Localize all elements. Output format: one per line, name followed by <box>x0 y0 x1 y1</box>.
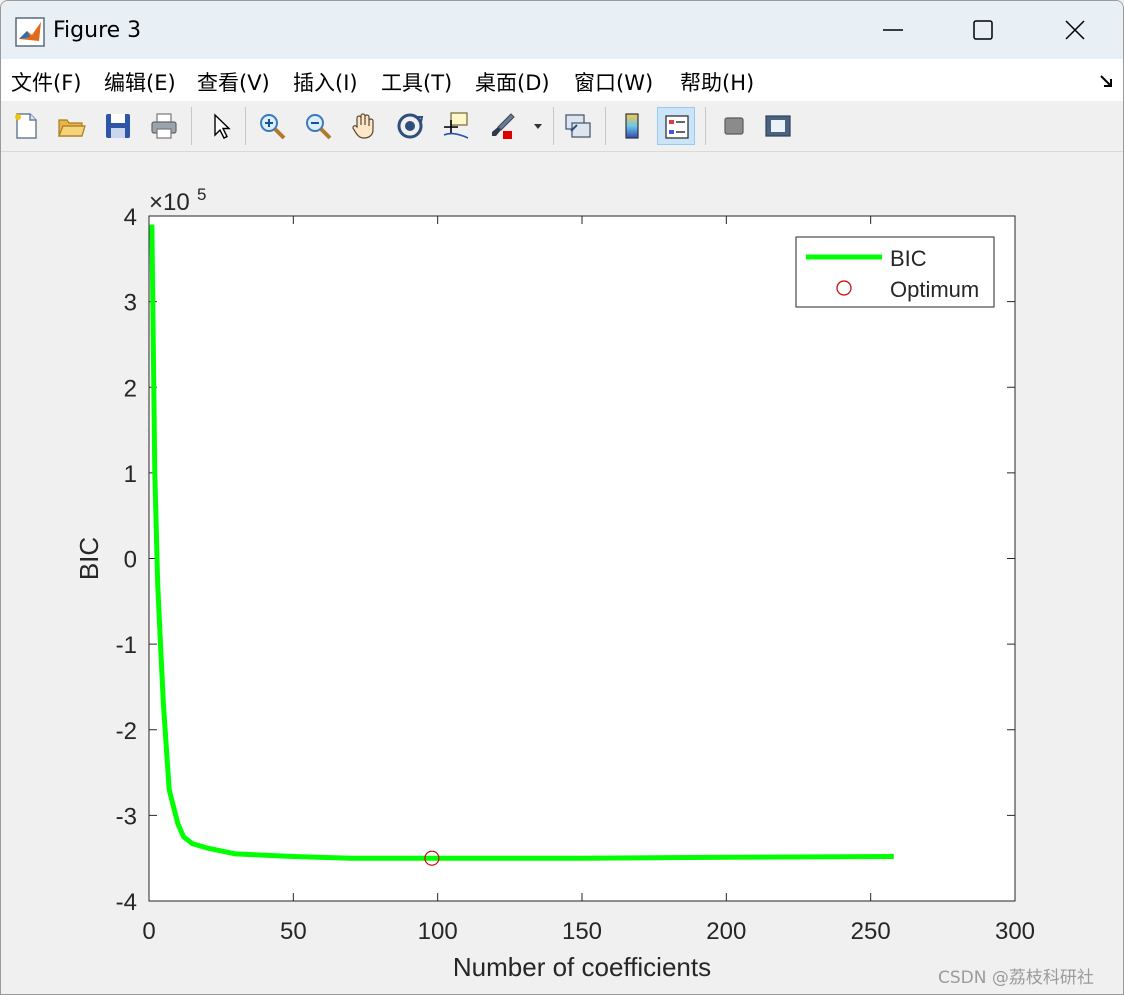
x-tick-label: 300 <box>995 918 1035 945</box>
colorbar-button[interactable] <box>613 107 651 145</box>
rotate-3d-button[interactable] <box>391 107 429 145</box>
link-plot-icon <box>565 114 591 138</box>
menu-help[interactable]: 帮助(H) <box>680 67 754 97</box>
x-tick-label: 0 <box>142 918 155 945</box>
print-icon <box>151 113 177 139</box>
show-plot-tools-icon <box>765 115 791 137</box>
open-file-icon <box>58 119 86 137</box>
zoom-in-button[interactable] <box>253 107 291 145</box>
y-tick-label: 3 <box>124 290 137 317</box>
y-tick-label: 0 <box>124 547 137 574</box>
title-bar[interactable]: Figure 3 <box>1 1 1123 59</box>
y-tick-label: -3 <box>116 803 137 830</box>
menu-insert[interactable]: 插入(I) <box>293 67 358 97</box>
new-figure-icon <box>15 113 37 139</box>
menu-desktop[interactable]: 桌面(D) <box>475 67 550 97</box>
x-axis-label: Number of coefficients <box>453 952 711 982</box>
toolbar-separator <box>705 107 706 145</box>
menu-edit[interactable]: 编辑(E) <box>104 67 176 97</box>
menu-view[interactable]: 查看(V) <box>197 67 270 97</box>
maximize-button[interactable] <box>939 5 1029 55</box>
figure-toolbar <box>1 101 1123 152</box>
toolbar-separator <box>605 107 606 145</box>
y-tick-label: 4 <box>124 204 137 231</box>
legend-button[interactable] <box>657 107 695 145</box>
y-tick-label: -2 <box>116 718 137 745</box>
rotate-3d-icon <box>397 113 424 139</box>
edit-plot-arrow-icon <box>214 113 231 139</box>
minimize-icon <box>883 29 903 31</box>
x-tick-label: 150 <box>562 918 602 945</box>
maximize-icon <box>973 20 993 40</box>
menu-window[interactable]: 窗口(W) <box>574 67 653 97</box>
y-tick-label: -1 <box>116 632 137 659</box>
bic-chart[interactable]: 0 50 100 150 200 250 300 -4 -3 -2 -1 0 1 2 3 4 ×10 5 Numbe… <box>0 151 1124 995</box>
watermark: CSDN @荔枝科研社 <box>938 968 1094 988</box>
toolbar-separator <box>191 107 192 145</box>
x-tick-label: 250 <box>851 918 891 945</box>
hide-plot-tools-icon <box>724 117 744 135</box>
x-tick-label: 100 <box>418 918 458 945</box>
open-file-button[interactable] <box>52 107 90 145</box>
save-button[interactable] <box>99 107 137 145</box>
minimize-button[interactable] <box>849 5 939 55</box>
y-tick-label: 1 <box>124 461 137 488</box>
brush-icon <box>492 113 515 139</box>
pan-button[interactable] <box>345 107 383 145</box>
zoom-out-button[interactable] <box>299 107 337 145</box>
edit-plot-button[interactable] <box>201 107 239 145</box>
colorbar-icon <box>625 113 639 139</box>
zoom-in-icon <box>260 114 286 140</box>
hide-plot-tools-button[interactable] <box>715 107 753 145</box>
y-axis-label: BIC <box>74 537 104 580</box>
zoom-out-icon <box>306 114 332 140</box>
legend-icon <box>665 115 689 139</box>
matlab-logo-icon <box>15 17 45 47</box>
y-exponent-power: 5 <box>197 185 206 204</box>
legend-optimum-label: Optimum <box>890 277 979 302</box>
show-plot-tools-button[interactable] <box>759 107 797 145</box>
toolbar-separator <box>553 107 554 145</box>
brush-dropdown-icon <box>534 124 542 129</box>
brush-dropdown-button[interactable] <box>527 107 549 145</box>
y-tick-label: -4 <box>116 889 137 916</box>
data-cursor-button[interactable] <box>437 107 475 145</box>
brush-button[interactable] <box>483 107 521 145</box>
axes-box[interactable] <box>148 215 1016 902</box>
menu-tools[interactable]: 工具(T) <box>381 67 452 97</box>
x-tick-label: 200 <box>706 918 746 945</box>
data-cursor-icon <box>443 112 469 139</box>
x-tick-label: 50 <box>280 918 307 945</box>
dock-arrow-icon[interactable] <box>1099 73 1115 89</box>
save-icon <box>106 114 130 138</box>
menu-bar: 文件(F) 编辑(E) 查看(V) 插入(I) 工具(T) 桌面(D) 窗口(W… <box>1 59 1123 101</box>
close-button[interactable] <box>1031 5 1121 55</box>
menu-file[interactable]: 文件(F) <box>11 67 81 97</box>
pan-hand-icon <box>352 113 374 139</box>
window-title: Figure 3 <box>53 18 142 43</box>
print-button[interactable] <box>145 107 183 145</box>
legend-bic-label: BIC <box>890 246 927 271</box>
y-tick-label: 2 <box>124 375 137 402</box>
close-icon <box>1065 20 1085 40</box>
toolbar-separator <box>245 107 246 145</box>
y-exponent-label: ×10 <box>149 189 190 216</box>
link-plot-button[interactable] <box>559 107 597 145</box>
new-figure-button[interactable] <box>7 107 45 145</box>
